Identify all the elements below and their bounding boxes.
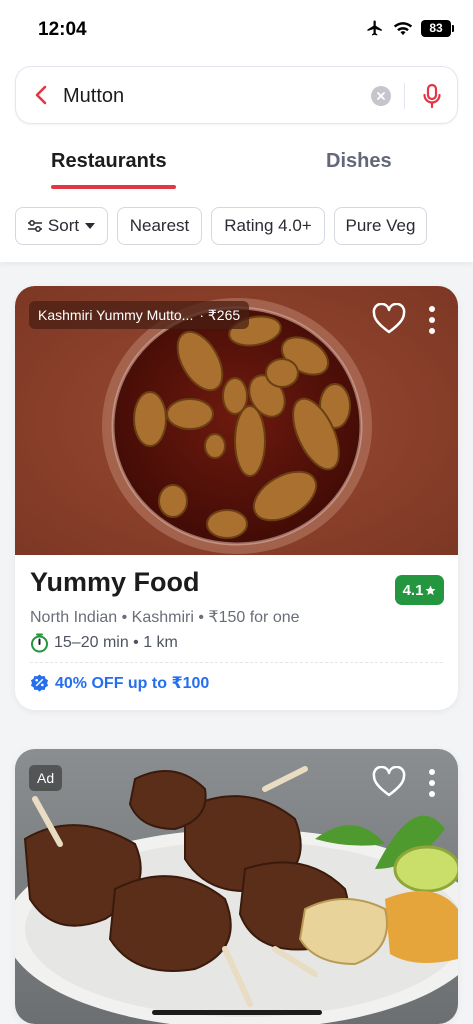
discount-badge-icon	[30, 673, 49, 692]
dish-tag-price: · ₹265	[199, 306, 241, 323]
pure-veg-filter-label: Pure Veg	[345, 216, 416, 235]
back-arrow-icon[interactable]	[30, 83, 52, 107]
restaurant-card[interactable]: Kashmiri Yummy Mutto... · ₹265 Yummy Foo…	[15, 286, 458, 710]
offer-label: 40% OFF up to ₹100	[30, 673, 209, 693]
dish-tag-name: Kashmiri Yummy Mutto...	[38, 307, 194, 323]
delivery-eta: 15–20 min • 1 km	[30, 633, 178, 653]
wifi-icon	[393, 22, 413, 36]
sliders-icon	[27, 220, 42, 232]
dish-tag: Kashmiri Yummy Mutto... · ₹265	[29, 301, 250, 329]
search-bar[interactable]: Mutton	[15, 66, 458, 124]
header: Mutton Restaurants Dishes	[0, 58, 473, 190]
caret-down-icon	[85, 223, 96, 229]
results-tabs: Restaurants Dishes	[0, 140, 473, 190]
rating-filter-label: Rating 4.0+	[224, 216, 312, 235]
delivery-eta-text: 15–20 min • 1 km	[54, 634, 178, 651]
active-tab-indicator	[51, 185, 176, 189]
sort-filter-label: Sort	[47, 216, 80, 235]
rating-filter-chip[interactable]: Rating 4.0+	[211, 207, 325, 245]
pure-veg-filter-chip[interactable]: Pure Veg	[334, 207, 427, 245]
status-bar: 12:04 83	[0, 0, 473, 58]
more-options-icon[interactable]	[428, 306, 436, 334]
nearest-filter-label: Nearest	[129, 216, 190, 235]
nearest-filter-chip[interactable]: Nearest	[117, 207, 202, 245]
airplane-icon	[367, 20, 382, 36]
timer-icon	[31, 633, 48, 653]
rating-badge: 4.1	[395, 575, 444, 605]
rating-value: 4.1	[402, 581, 424, 599]
tab-restaurants[interactable]: Restaurants	[51, 150, 167, 173]
restaurant-photo[interactable]: Ad	[15, 749, 458, 1024]
star-icon	[425, 584, 436, 595]
battery-level: 83	[429, 21, 443, 35]
restaurant-info: Yummy Food 4.1 North Indian • Kashmiri •…	[15, 555, 458, 710]
divider	[30, 662, 443, 663]
home-indicator	[152, 1010, 322, 1015]
filter-bar: Sort Nearest Rating 4.0+ Pure Veg	[0, 190, 473, 262]
status-time: 12:04	[38, 19, 87, 40]
heart-icon[interactable]	[372, 303, 406, 335]
microphone-icon[interactable]	[421, 82, 443, 110]
status-icons: 83	[365, 19, 454, 37]
battery-icon: 83	[421, 19, 454, 37]
restaurant-name: Yummy Food	[30, 567, 200, 597]
restaurant-photo[interactable]: Kashmiri Yummy Mutto... · ₹265	[15, 286, 458, 555]
restaurant-card-ad[interactable]: Ad	[15, 749, 458, 1024]
tab-dishes[interactable]: Dishes	[326, 150, 392, 173]
restaurant-cuisines: North Indian • Kashmiri • ₹150 for one	[30, 609, 300, 626]
heart-icon[interactable]	[372, 766, 406, 798]
more-options-icon[interactable]	[428, 769, 436, 797]
search-divider	[404, 83, 405, 109]
offer-text: 40% OFF up to ₹100	[55, 675, 210, 692]
clear-search-icon[interactable]	[371, 86, 391, 106]
search-input[interactable]: Mutton	[63, 85, 124, 108]
ad-badge: Ad	[29, 765, 63, 791]
sort-filter-chip[interactable]: Sort	[15, 207, 108, 245]
